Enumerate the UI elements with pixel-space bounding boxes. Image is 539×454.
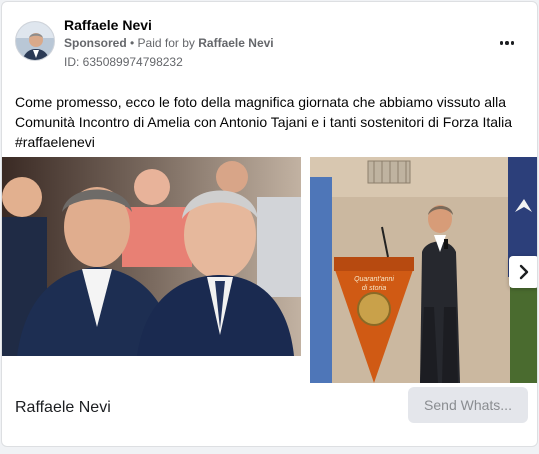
podium-text-bottom: di storia [362,285,387,292]
carousel-image-audience[interactable] [2,157,301,356]
sponsored-meta: Sponsored • Paid for by Raffaele Nevi [64,36,274,50]
ad-id: ID: 635089974798232 [64,55,183,69]
paid-for-by-name: Raffaele Nevi [198,36,274,50]
ad-card: Raffaele Nevi Sponsored • Paid for by Ra… [1,1,538,447]
post-hashtag[interactable]: #raffaelenevi [15,132,525,152]
more-options-button[interactable] [493,31,521,55]
footer-page-name[interactable]: Raffaele Nevi [15,399,111,417]
podium-text-top: Quarant'anni [354,276,394,283]
post-body: Come promesso, ecco le foto della magnif… [15,94,513,130]
send-whatsapp-button[interactable]: Send Whats... [408,387,528,423]
author-name[interactable]: Raffaele Nevi [64,17,152,33]
carousel-next-button[interactable] [509,256,537,288]
chevron-right-icon [519,264,529,280]
paid-for-prefix: Paid for by [137,36,199,50]
more-horizontal-icon [499,41,515,45]
carousel-image-speaker[interactable]: Quarant'anni di storia [310,157,537,383]
image-carousel: Quarant'anni di storia [2,157,537,383]
post-text: Come promesso, ecco le foto della magnif… [15,92,525,152]
avatar[interactable] [15,21,55,61]
meta-separator: • [126,36,138,50]
sponsored-label: Sponsored [64,36,127,50]
